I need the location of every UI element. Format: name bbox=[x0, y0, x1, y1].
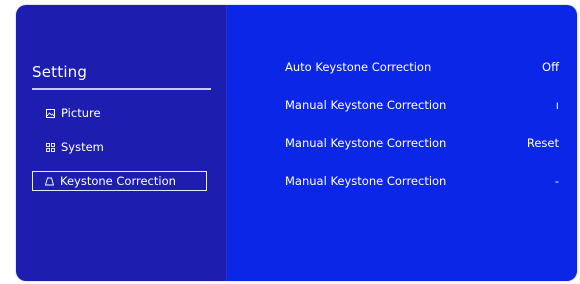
keystone-icon bbox=[45, 177, 54, 186]
system-icon bbox=[46, 142, 55, 152]
setting-row-manual-keystone-2[interactable]: Manual Keystone Correction Reset bbox=[227, 133, 577, 153]
settings-content: Auto Keystone Correction Off Manual Keys… bbox=[227, 5, 577, 281]
sidebar-item-system[interactable]: System bbox=[32, 137, 207, 157]
setting-value: Off bbox=[542, 60, 559, 74]
settings-screen: Setting Picture System Keystone Correcti… bbox=[16, 5, 577, 281]
setting-label: Manual Keystone Correction bbox=[285, 174, 447, 188]
sidebar: Setting Picture System Keystone Correcti… bbox=[16, 5, 227, 281]
sidebar-item-label: Keystone Correction bbox=[60, 174, 176, 188]
setting-row-manual-keystone-1[interactable]: Manual Keystone Correction ı bbox=[227, 95, 577, 115]
setting-label: Auto Keystone Correction bbox=[285, 60, 432, 74]
setting-value: - bbox=[554, 174, 559, 188]
setting-row-manual-keystone-3[interactable]: Manual Keystone Correction - bbox=[227, 171, 577, 191]
sidebar-divider bbox=[32, 88, 211, 90]
setting-label: Manual Keystone Correction bbox=[285, 136, 447, 150]
picture-icon bbox=[46, 108, 55, 118]
sidebar-item-label: System bbox=[61, 140, 104, 154]
window: Setting Picture System Keystone Correcti… bbox=[0, 0, 580, 284]
sidebar-item-picture[interactable]: Picture bbox=[32, 103, 207, 123]
setting-value: ı bbox=[555, 98, 559, 112]
setting-label: Manual Keystone Correction bbox=[285, 98, 447, 112]
sidebar-item-label: Picture bbox=[61, 106, 101, 120]
setting-value: Reset bbox=[526, 136, 559, 150]
setting-row-auto-keystone[interactable]: Auto Keystone Correction Off bbox=[227, 57, 577, 77]
sidebar-item-keystone-correction[interactable]: Keystone Correction bbox=[32, 171, 207, 191]
sidebar-title: Setting bbox=[32, 63, 88, 81]
